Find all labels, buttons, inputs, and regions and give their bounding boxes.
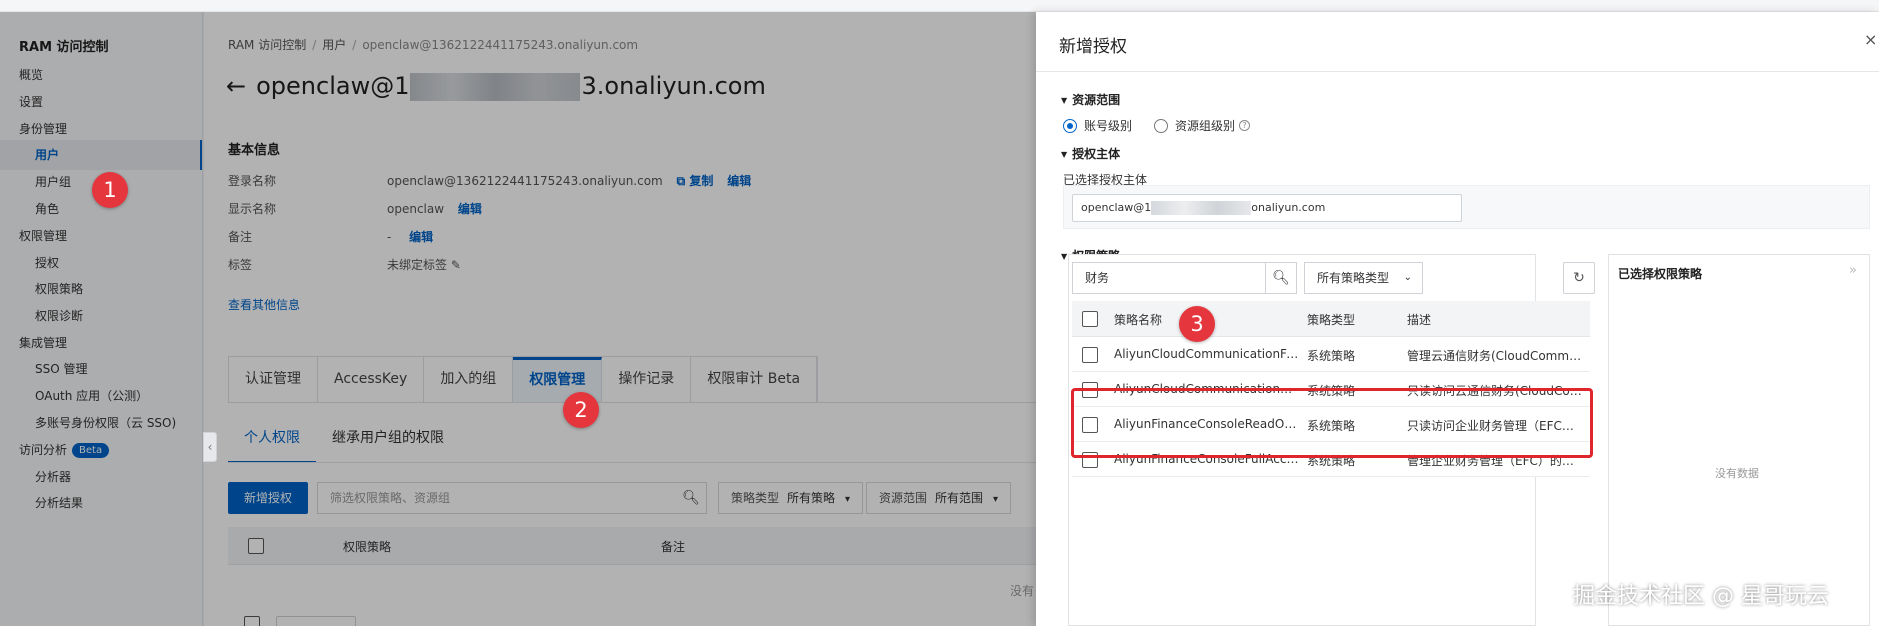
scope-radio-group: 账号级别 资源组级别? <box>1063 117 1251 134</box>
select-all-checkbox[interactable] <box>1082 311 1098 327</box>
radio-account-level[interactable] <box>1063 118 1077 133</box>
refresh-icon[interactable]: ↻ <box>1563 262 1595 294</box>
principal-prefix: openclaw@1 <box>1081 201 1152 214</box>
double-chevron-right-icon[interactable]: » <box>1849 263 1857 278</box>
caret-down-icon: ▼ <box>1061 150 1068 159</box>
modal-backdrop[interactable] <box>0 12 1036 626</box>
policy-type-select[interactable]: 所有策略类型 ⌄ <box>1304 262 1423 294</box>
sidebar-collapse-icon[interactable]: ‹ <box>203 432 217 462</box>
selected-policies-panel: 已选择权限策略 » 没有数据 <box>1608 254 1870 626</box>
radio-resource-group-level[interactable] <box>1154 118 1169 133</box>
row-checkbox[interactable] <box>1082 347 1098 363</box>
policy-table-header: 策略名称 策略类型 描述 <box>1072 301 1590 337</box>
redaction-blur <box>1151 201 1252 215</box>
search-icon[interactable]: 🔍︎ <box>1265 262 1297 294</box>
annotation-badge: 3 <box>1179 306 1215 342</box>
principal-field[interactable]: openclaw@1 onaliyun.com <box>1072 194 1462 222</box>
selected-panel-title: 已选择权限策略 <box>1618 267 1703 281</box>
drawer-divider <box>1036 71 1879 72</box>
annotation-badge: 1 <box>92 172 128 208</box>
principal-suffix: onaliyun.com <box>1251 201 1326 214</box>
section-title: 授权主体 <box>1072 147 1121 161</box>
radio-label: 资源组级别 <box>1175 119 1236 133</box>
help-icon[interactable]: ? <box>1239 120 1251 131</box>
chevron-down-icon: ⌄ <box>1403 272 1412 283</box>
section-resource-scope[interactable]: ▼ 资源范围 <box>1061 91 1120 108</box>
select-value: 所有策略类型 <box>1317 271 1390 285</box>
column-header-type: 策略类型 <box>1307 313 1356 327</box>
caret-down-icon: ▼ <box>1061 96 1068 105</box>
policy-search-input[interactable]: 财务 <box>1072 262 1267 294</box>
principal-box: openclaw@1 onaliyun.com <box>1063 185 1870 229</box>
table-row[interactable]: AliyunCloudCommunicationFullAccess 系统策略 … <box>1072 337 1590 372</box>
policy-name: AliyunCloudCommunicationFullAccess <box>1114 347 1299 361</box>
radio-label: 账号级别 <box>1084 119 1133 133</box>
add-grant-drawer: 新增授权 × ▼ 资源范围 账号级别 资源组级别? ▼ 授权主体 已选择授权主体 o… <box>1036 12 1879 626</box>
policy-desc: 管理云通信财务(CloudCommunication)的权限 <box>1407 349 1585 363</box>
highlight-box <box>1071 388 1593 458</box>
policy-type: 系统策略 <box>1307 349 1356 363</box>
empty-state-text: 没有数据 <box>1715 467 1759 480</box>
column-header-desc: 描述 <box>1407 313 1432 327</box>
annotation-badge: 2 <box>563 392 599 428</box>
watermark: 掘金技术社区 @ 星哥玩云 <box>1573 584 1829 609</box>
drawer-title: 新增授权 <box>1059 37 1127 57</box>
section-principal[interactable]: ▼ 授权主体 <box>1061 145 1120 162</box>
section-title: 资源范围 <box>1072 93 1121 107</box>
caret-down-icon: ▼ <box>1061 252 1068 261</box>
close-icon[interactable]: × <box>1864 30 1877 49</box>
top-strip <box>0 0 1879 12</box>
